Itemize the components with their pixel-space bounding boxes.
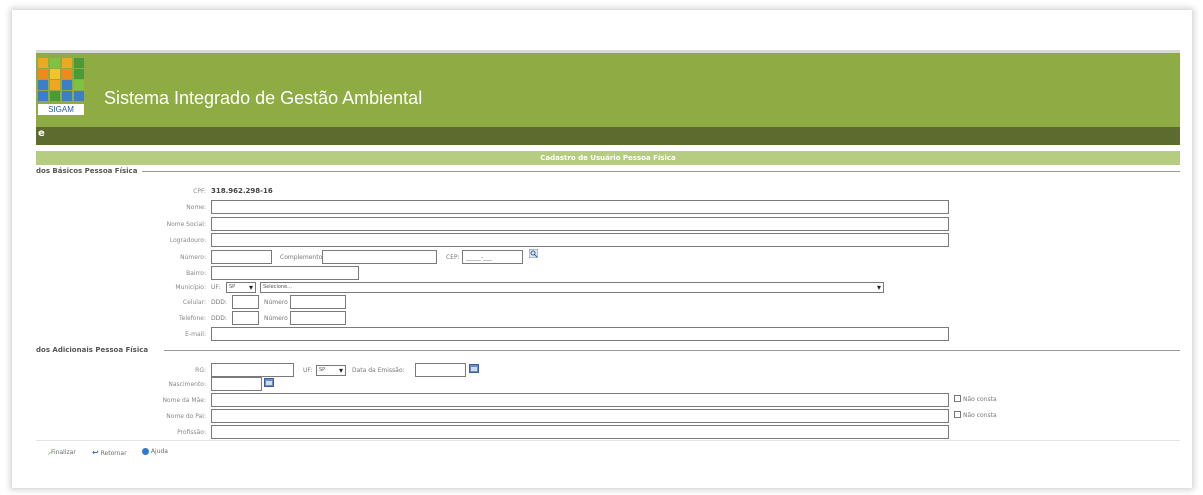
numero-label: Número: xyxy=(180,254,206,261)
nascimento-label: Nascimento: xyxy=(168,381,206,388)
cpf-label: CPF: xyxy=(193,188,206,195)
retornar-label: Retornar xyxy=(100,450,127,457)
telefone-label: Telefone: xyxy=(179,315,206,322)
email-label: E-mail: xyxy=(185,331,206,338)
uf-label: UF: xyxy=(211,284,221,291)
uf-select[interactable]: SP ▾ xyxy=(226,282,256,293)
celular-ddd-label: DDD: xyxy=(211,299,227,306)
telefone-numero-label: Número xyxy=(264,315,288,322)
bairro-label: Bairro: xyxy=(186,270,206,277)
nome-pai-input[interactable] xyxy=(211,409,949,423)
cep-search-icon[interactable] xyxy=(529,249,538,258)
logo-text: SIGAM xyxy=(38,104,84,115)
finalizar-label: Finalizar xyxy=(51,449,76,456)
celular-label: Celular: xyxy=(182,299,206,306)
nome-social-label: Nome Social: xyxy=(166,221,206,228)
app-title: Sistema Integrado de Gestão Ambiental xyxy=(104,88,423,108)
return-icon: ↩ xyxy=(92,448,99,457)
section-basic-rule xyxy=(142,171,1180,172)
section-additional-rule xyxy=(164,350,1180,351)
data-emissao-input[interactable] xyxy=(415,363,466,377)
telefone-ddd-input[interactable] xyxy=(232,311,259,325)
rg-uf-select[interactable]: SP ▾ xyxy=(316,365,346,376)
nao-consta-pai-label: Não consta xyxy=(963,412,997,419)
calendar-icon[interactable] xyxy=(264,378,274,387)
profissao-input[interactable] xyxy=(211,425,949,439)
nome-label: Nome: xyxy=(186,204,206,211)
uf-select-value: SP xyxy=(229,284,236,290)
calendar-icon[interactable] xyxy=(469,364,479,373)
nome-social-input[interactable] xyxy=(211,217,949,231)
rg-label: RG: xyxy=(195,367,206,374)
municipio-label: Município: xyxy=(175,284,206,291)
numero-input[interactable] xyxy=(211,250,272,264)
cpf-value: 318.962.298-16 xyxy=(211,187,273,195)
rg-input[interactable] xyxy=(211,363,294,377)
logradouro-label: Logradouro: xyxy=(169,237,206,244)
footer-divider xyxy=(36,440,1180,441)
complemento-label: Complemento: xyxy=(280,254,325,261)
data-emissao-label: Data da Emissão: xyxy=(352,367,405,374)
nav-bar: e xyxy=(36,127,1180,145)
profissao-label: Profissão: xyxy=(177,429,206,436)
rg-uf-select-value: SP xyxy=(319,367,326,373)
retornar-button[interactable]: ↩ Retornar xyxy=(92,448,127,457)
cep-input[interactable] xyxy=(462,250,523,264)
finalizar-button[interactable]: ⸝Finalizar xyxy=(48,448,76,456)
telefone-ddd-label: DDD: xyxy=(211,315,227,322)
logradouro-input[interactable] xyxy=(211,233,949,247)
nao-consta-mae-label: Não consta xyxy=(963,396,997,403)
section-additional-legend: dos Adicionais Pessoa Física xyxy=(36,346,149,354)
chevron-down-icon: ▾ xyxy=(876,283,881,292)
help-icon xyxy=(142,448,149,455)
ajuda-button[interactable]: Ajuda xyxy=(142,448,168,455)
complemento-input[interactable] xyxy=(322,250,437,264)
celular-ddd-input[interactable] xyxy=(232,295,259,309)
nao-consta-pai-checkbox[interactable] xyxy=(954,411,961,418)
bairro-input[interactable] xyxy=(211,266,359,280)
nascimento-input[interactable] xyxy=(211,377,262,391)
form-title: Cadastro de Usuário Pessoa Física xyxy=(36,151,1180,165)
rg-uf-label: UF: xyxy=(303,367,313,374)
cep-label: CEP: xyxy=(446,254,460,261)
nao-consta-mae-checkbox[interactable] xyxy=(954,395,961,402)
section-basic-legend: dos Básicos Pessoa Física xyxy=(36,167,138,175)
nome-mae-input[interactable] xyxy=(211,393,949,407)
nav-menu-label[interactable]: e xyxy=(38,128,45,139)
municipio-select[interactable]: Selecione... ▾ xyxy=(260,282,884,293)
chevron-down-icon: ▾ xyxy=(338,366,343,375)
municipio-select-value: Selecione... xyxy=(263,284,292,290)
celular-numero-label: Número xyxy=(264,299,288,306)
nome-mae-label: Nome da Mãe: xyxy=(162,397,206,404)
ajuda-label: Ajuda xyxy=(150,448,168,455)
nome-input[interactable] xyxy=(211,200,949,214)
telefone-numero-input[interactable] xyxy=(290,311,346,325)
nome-pai-label: Nome do Pai: xyxy=(166,413,206,420)
celular-numero-input[interactable] xyxy=(290,295,346,309)
sigam-logo: SIGAM xyxy=(38,58,84,116)
chevron-down-icon: ▾ xyxy=(248,283,253,292)
email-input[interactable] xyxy=(211,327,949,341)
